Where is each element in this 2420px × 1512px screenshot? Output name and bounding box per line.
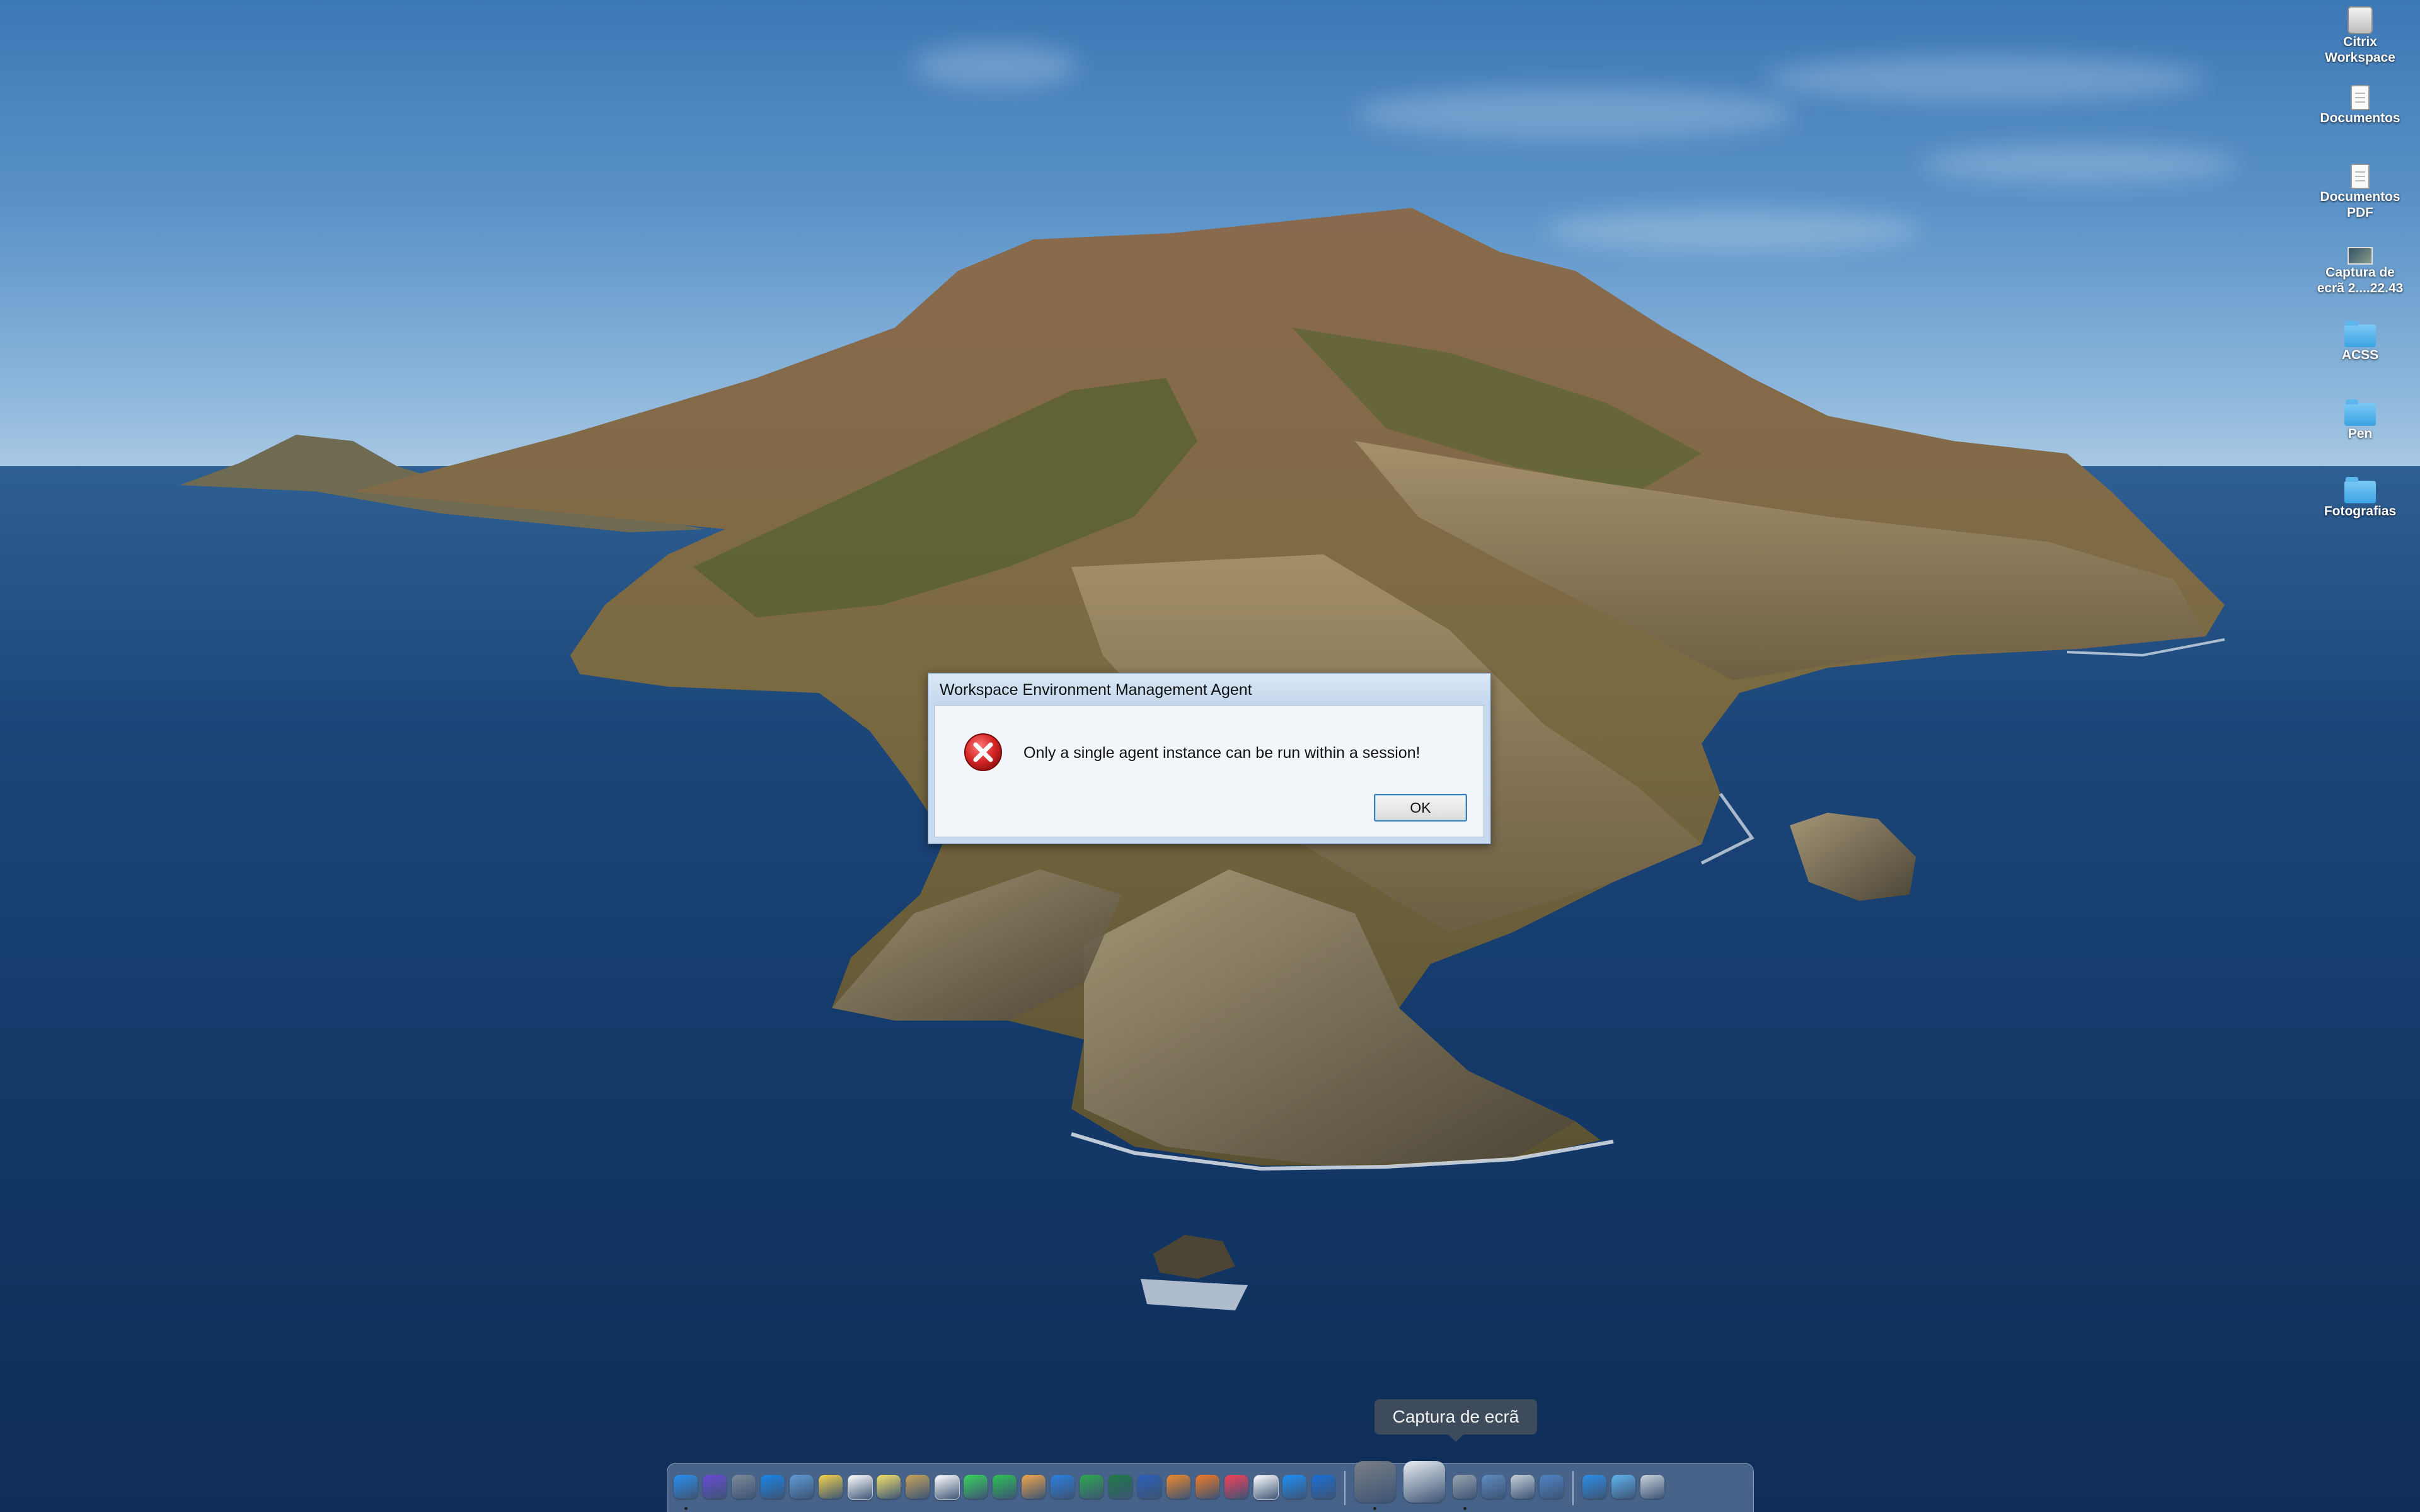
facetime-icon[interactable] — [993, 1475, 1017, 1499]
folder-icon[interactable] — [1611, 1475, 1635, 1499]
dock-separator — [1344, 1471, 1345, 1505]
preview-icon[interactable] — [790, 1475, 814, 1499]
desktop-icon-label: Captura de ecrã 2....22.43 — [2317, 265, 2404, 295]
document-icon — [2351, 164, 2370, 189]
folder-icon — [2344, 321, 2376, 347]
system-preferences-icon[interactable] — [1354, 1461, 1396, 1503]
word-icon[interactable] — [1138, 1475, 1161, 1499]
contacts-icon[interactable] — [906, 1475, 930, 1499]
dialog-body: Only a single agent instance can be run … — [935, 705, 1484, 837]
dock — [667, 1461, 1754, 1512]
screenshot-file-icon — [2348, 247, 2373, 265]
running-indicator — [1373, 1507, 1376, 1510]
trash-icon[interactable] — [1640, 1475, 1664, 1499]
dialog-message: Only a single agent instance can be run … — [1023, 744, 1420, 762]
messages-icon[interactable] — [964, 1475, 988, 1499]
desktop-icon-screenshot-file[interactable]: Captura de ecrã 2....22.43 — [2300, 247, 2420, 296]
running-indicator — [684, 1507, 688, 1510]
pages-icon[interactable] — [1167, 1475, 1190, 1499]
error-icon — [964, 733, 1002, 771]
drive-icon — [2348, 6, 2373, 34]
ok-button[interactable]: OK — [1374, 794, 1467, 822]
calendar-icon[interactable] — [848, 1475, 873, 1500]
desktop-icon-label: Documentos — [2320, 111, 2400, 125]
desktop-icon-label: Fotografias — [2324, 504, 2397, 518]
siri-icon[interactable] — [703, 1475, 727, 1499]
reminders-icon[interactable] — [935, 1475, 960, 1500]
stickies-icon[interactable] — [877, 1475, 901, 1499]
dialog-title: Workspace Environment Management Agent — [940, 681, 1252, 699]
document-icon — [2351, 85, 2370, 110]
desktop-icon-label: ACSS — [2341, 348, 2379, 362]
desktop-icon-documentos-pdf[interactable]: Documentos PDF — [2300, 164, 2420, 220]
textedit-icon[interactable] — [1253, 1475, 1279, 1500]
excel-icon[interactable] — [1109, 1475, 1132, 1499]
books-icon[interactable] — [1196, 1475, 1219, 1499]
desktop-icon-label: Pen — [2348, 427, 2373, 441]
error-dialog: Workspace Environment Management Agent O… — [928, 673, 1491, 844]
disk-utility-icon[interactable] — [1511, 1475, 1535, 1499]
notes-icon[interactable] — [819, 1475, 843, 1499]
finder-icon[interactable] — [674, 1475, 698, 1499]
image-capture-icon[interactable] — [1482, 1475, 1506, 1499]
folder-icon — [2344, 477, 2376, 503]
music-icon[interactable] — [1224, 1475, 1248, 1499]
desktop-icon-fotografias[interactable]: Fotografias — [2300, 477, 2420, 519]
desktop-icon-citrix-workspace[interactable]: Citrix Workspace — [2300, 6, 2420, 66]
folder-icon — [2344, 399, 2376, 426]
launchpad-icon[interactable] — [732, 1475, 756, 1499]
keynote-icon[interactable] — [1051, 1475, 1075, 1499]
app-store-icon[interactable] — [1282, 1475, 1306, 1499]
dock-tooltip: Captura de ecrã — [1374, 1399, 1537, 1442]
desktop-icon-label: Citrix Workspace — [2325, 35, 2395, 65]
running-indicator — [1463, 1507, 1466, 1510]
safari-icon[interactable] — [761, 1475, 785, 1499]
downloads-icon[interactable] — [1582, 1475, 1606, 1499]
desktop-icon-documentos[interactable]: Documentos — [2300, 85, 2420, 126]
onedrive-icon[interactable] — [1311, 1475, 1335, 1499]
photos-icon[interactable] — [1022, 1475, 1046, 1499]
numbers-icon[interactable] — [1080, 1475, 1103, 1499]
dock-separator — [1572, 1471, 1574, 1505]
dialog-titlebar[interactable]: Workspace Environment Management Agent — [928, 673, 1490, 705]
desktop-icon-pen[interactable]: Pen — [2300, 399, 2420, 442]
screenshot-icon[interactable] — [1403, 1461, 1445, 1503]
desktop-icon-label: Documentos PDF — [2320, 190, 2400, 220]
keychain-icon[interactable] — [1453, 1475, 1477, 1499]
desktop-icon-acss[interactable]: ACSS — [2300, 321, 2420, 363]
network-utility-icon[interactable] — [1540, 1475, 1564, 1499]
